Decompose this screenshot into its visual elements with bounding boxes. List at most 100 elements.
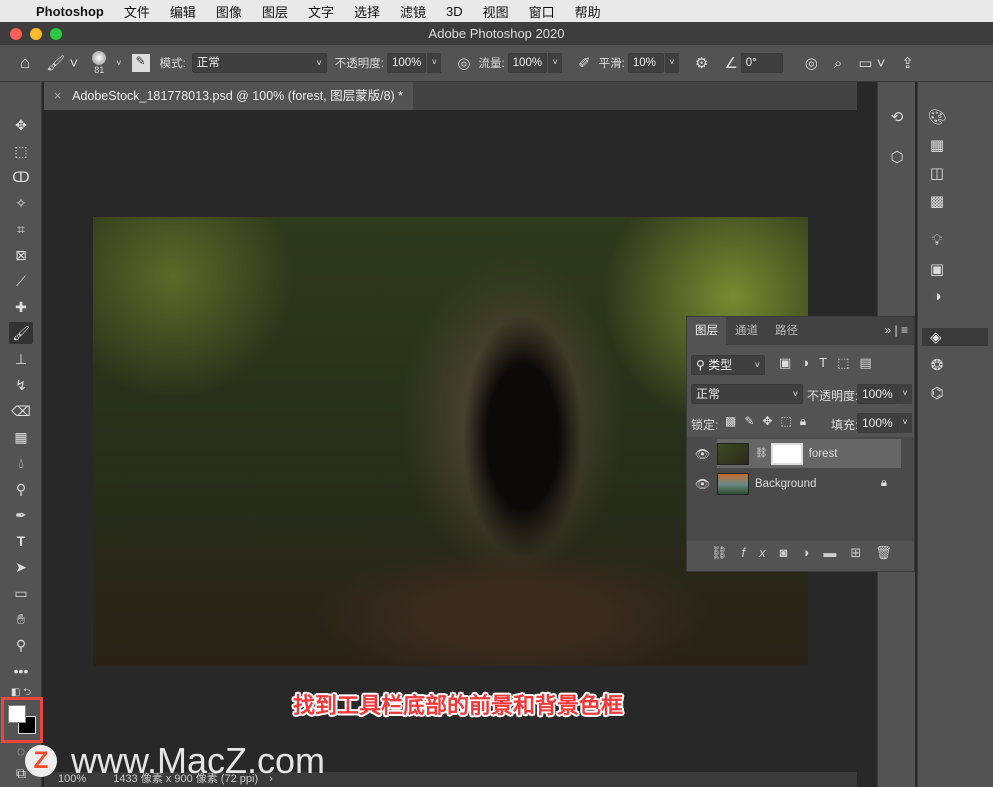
tab-layers[interactable]: 图层 [687, 317, 726, 345]
menu-help[interactable]: 帮助 [575, 2, 601, 21]
layer-row-background[interactable]: Background 🔒︎ [717, 469, 901, 498]
smoothing-dropdown[interactable]: ˅ [664, 53, 679, 73]
search-icon[interactable]: ⌕ [834, 55, 842, 72]
dodge-tool-icon[interactable]: ⚲ [9, 478, 33, 500]
frame-tool-icon[interactable]: ⊠ [9, 244, 33, 266]
menu-photoshop[interactable]: Photoshop [36, 4, 104, 19]
panel-menu-icon[interactable]: » | ≡ [885, 323, 908, 337]
fill-label: 填充: [831, 418, 859, 432]
libraries-panel-icon[interactable]: ▣ [922, 260, 952, 278]
menu-filter[interactable]: 滤镜 [400, 2, 426, 21]
smoothing-input[interactable]: 10% [627, 53, 664, 73]
brush-tool-preset-icon[interactable]: 🖌︎ ˅ [46, 54, 78, 72]
type-tool-icon[interactable]: T [9, 530, 33, 552]
workspace-icon[interactable]: ▭ ˅ [858, 54, 885, 72]
pressure-opacity-icon[interactable]: ◎ [457, 54, 470, 72]
gradient-tool-icon[interactable]: ▦ [9, 426, 33, 448]
color-swatches-highlight [1, 697, 43, 743]
mode-select[interactable]: 正常 ˅ [191, 53, 327, 73]
brush-size-picker[interactable]: 81 [92, 51, 107, 75]
lasso-tool-icon[interactable]: ↀ [9, 166, 33, 188]
layers-panel-icon[interactable]: ◈ [922, 328, 988, 346]
path-selection-tool-icon[interactable]: ➤ [9, 556, 33, 578]
3d-panel-icon[interactable]: ⬡ [882, 148, 912, 166]
visibility-eye-icon[interactable]: 👁︎ [695, 447, 710, 461]
stamp-tool-icon[interactable]: ⊥ [9, 348, 33, 370]
layer-mask-thumbnail[interactable] [770, 442, 803, 465]
history-panel-icon[interactable]: ⟲ [882, 108, 912, 126]
link-icon[interactable]: ⛓ [755, 448, 768, 459]
pressure-size-icon[interactable]: ◎ [805, 54, 818, 72]
layer-opacity-input[interactable]: 100% [857, 384, 898, 404]
menu-layer[interactable]: 图层 [262, 2, 288, 21]
paths-panel-icon[interactable]: ⌬ [922, 384, 952, 402]
watermark-text: www.MacZ.com [71, 740, 326, 781]
airbrush-icon[interactable]: ✐ [578, 54, 591, 72]
close-tab-icon[interactable]: × [54, 89, 61, 103]
blur-tool-icon[interactable]: 💧︎ [9, 452, 33, 474]
tab-paths[interactable]: 路径 [767, 317, 806, 345]
fill-input[interactable]: 100% [857, 413, 898, 433]
share-icon[interactable]: ⇪ [901, 54, 914, 72]
flow-label: 流量: [478, 58, 505, 70]
minimize-window-button[interactable] [30, 28, 42, 40]
crop-tool-icon[interactable]: ⌗ [9, 218, 33, 240]
hand-tool-icon[interactable]: ✋︎ [9, 608, 33, 630]
magic-wand-tool-icon[interactable]: ✧ [9, 192, 33, 214]
menu-view[interactable]: 视图 [483, 2, 509, 21]
eyedropper-tool-icon[interactable]: ⟋ [9, 270, 33, 292]
marquee-tool-icon[interactable]: ⬚ [9, 140, 33, 162]
lock-icon: 🔒︎ [880, 477, 887, 489]
gear-icon[interactable]: ⚙ [695, 54, 708, 72]
menu-file[interactable]: 文件 [124, 2, 150, 21]
more-tools-icon[interactable]: ••• [9, 660, 33, 682]
healing-brush-tool-icon[interactable]: ✚ [9, 296, 33, 318]
blend-mode-select[interactable]: 正常 ˅ [691, 384, 803, 404]
layer-filter-icons[interactable]: ▣◑T⬚▤ [779, 355, 882, 371]
opacity-dropdown[interactable]: ˅ [427, 53, 442, 73]
document-tab[interactable]: × AdobeStock_181778013.psd @ 100% (fores… [44, 82, 414, 110]
gradients-panel-icon[interactable]: ◫ [922, 164, 952, 182]
visibility-eye-icon[interactable]: 👁︎ [695, 477, 710, 491]
zoom-tool-icon[interactable]: ⚲ [9, 634, 33, 656]
layer-row-forest[interactable]: ⛓ forest [717, 439, 901, 468]
tab-channels[interactable]: 通道 [727, 317, 766, 345]
flow-dropdown[interactable]: ˅ [548, 53, 563, 73]
menu-type[interactable]: 文字 [308, 2, 334, 21]
menu-window[interactable]: 窗口 [529, 2, 555, 21]
home-icon[interactable]: ⌂ [20, 53, 30, 73]
layer-opacity-label: 不透明度: [807, 389, 859, 403]
foreground-color-swatch[interactable] [8, 705, 26, 723]
opacity-input[interactable]: 100% [386, 53, 427, 73]
menu-image[interactable]: 图像 [216, 2, 242, 21]
rectangle-tool-icon[interactable]: ▭ [9, 582, 33, 604]
brush-settings-panel-icon[interactable]: ✎ [131, 54, 150, 72]
swatches-panel-icon[interactable]: ▦ [922, 136, 952, 154]
layer-opacity-dropdown[interactable]: ˅ [898, 384, 912, 404]
layer-actions-bar[interactable]: ⛓fx◙◑▬⊞🗑︎ [711, 545, 906, 561]
layer-name: Background [755, 477, 817, 490]
adjustments-panel-icon[interactable]: ◑ [922, 288, 952, 305]
close-window-button[interactable] [10, 28, 22, 40]
menu-edit[interactable]: 编辑 [170, 2, 196, 21]
menu-3d[interactable]: 3D [446, 4, 463, 19]
color-panel-icon[interactable]: 🎨︎ [922, 108, 952, 126]
menu-select[interactable]: 选择 [354, 2, 380, 21]
history-brush-tool-icon[interactable]: ↯ [9, 374, 33, 396]
pen-tool-icon[interactable]: ✒ [9, 504, 33, 526]
zoom-window-button[interactable] [50, 28, 62, 40]
patterns-panel-icon[interactable]: ▩ [922, 192, 952, 210]
channels-panel-icon[interactable]: ❂ [922, 356, 952, 374]
brush-tool-icon[interactable]: 🖌︎ [9, 322, 33, 344]
layer-filter-select[interactable]: ⚲ 类型 ˅ [691, 355, 765, 375]
flow-input[interactable]: 100% [507, 53, 548, 73]
window-title: Adobe Photoshop 2020 [428, 26, 565, 41]
opacity-label: 不透明度: [334, 58, 384, 70]
move-tool-icon[interactable]: ✥ [9, 114, 33, 136]
angle-input[interactable]: 0° [740, 53, 783, 73]
learn-panel-icon[interactable]: 💡︎ [922, 232, 952, 249]
lock-icons[interactable]: ▩✎✥⬚🔒︎ [725, 414, 814, 429]
eraser-tool-icon[interactable]: ⌫ [9, 400, 33, 422]
fill-dropdown[interactable]: ˅ [898, 413, 912, 433]
layer-thumbnail [717, 442, 749, 465]
